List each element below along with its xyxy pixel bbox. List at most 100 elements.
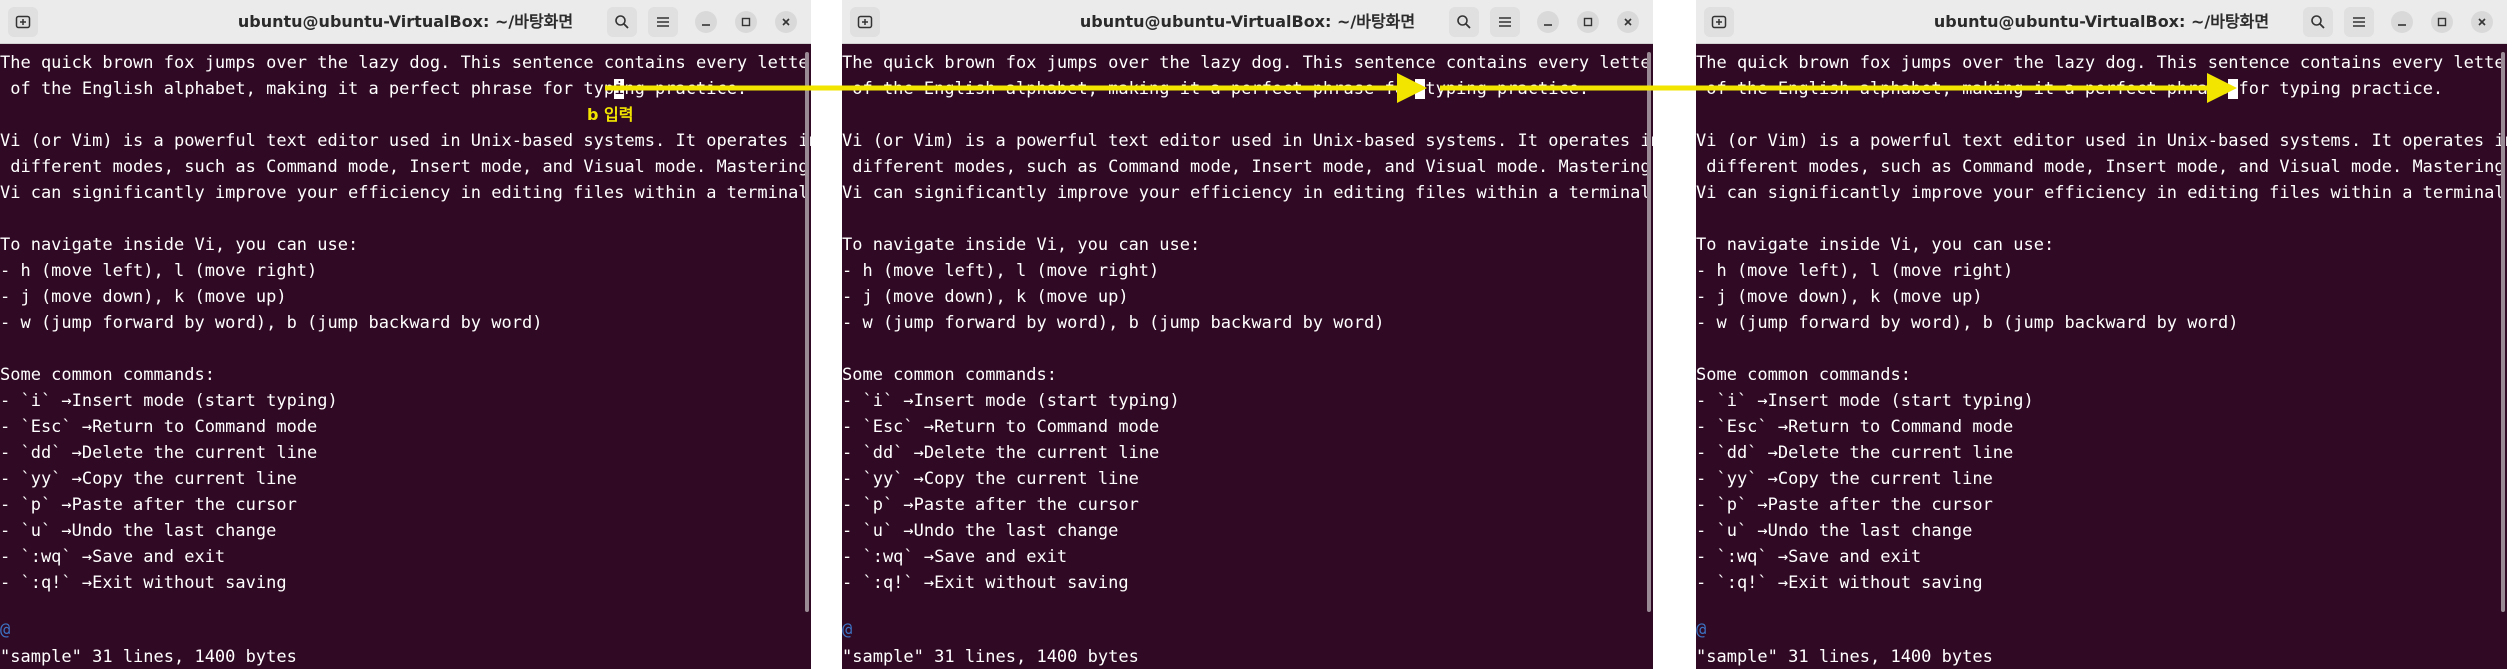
- maximize-button[interactable]: [2431, 11, 2453, 33]
- maximize-icon: [1583, 17, 1593, 27]
- search-button[interactable]: [2303, 7, 2333, 37]
- editor-line: - j (move down), k (move up): [0, 287, 287, 307]
- editor-line: - h (move left), l (move right): [1696, 261, 2014, 281]
- editor-line: - `Esc` →Return to Command mode: [842, 417, 1160, 437]
- menu-button[interactable]: [1490, 7, 1520, 37]
- close-button[interactable]: [2471, 11, 2493, 33]
- editor-line: - h (move left), l (move right): [842, 261, 1160, 281]
- editor-line: - h (move left), l (move right): [0, 261, 318, 281]
- editor-line: To navigate inside Vi, you can use:: [1696, 235, 2055, 255]
- new-tab-icon: [1711, 15, 1727, 29]
- empty-line-marker: @: [0, 620, 11, 640]
- editor-line: - `:wq` →Save and exit: [1696, 547, 1922, 567]
- editor-line: of the English alphabet, making it a per…: [842, 79, 1590, 99]
- editor-text[interactable]: The quick brown fox jumps over the lazy …: [0, 50, 811, 596]
- text-cursor: [2228, 79, 2239, 99]
- title-bar: ubuntu@ubuntu-VirtualBox: ~/바탕화면: [842, 0, 1653, 44]
- maximize-icon: [2437, 17, 2447, 27]
- editor-line: Vi (or Vim) is a powerful text editor us…: [0, 131, 811, 151]
- minimize-icon: [1544, 24, 1552, 26]
- editor-line: - w (jump forward by word), b (jump back…: [0, 313, 543, 333]
- editor-line: - w (jump forward by word), b (jump back…: [1696, 313, 2239, 333]
- scrollbar[interactable]: [1647, 52, 1651, 612]
- menu-button[interactable]: [648, 7, 678, 37]
- editor-line: Some common commands:: [1696, 365, 1911, 385]
- hamburger-menu-icon: [657, 17, 669, 27]
- search-icon: [1457, 15, 1471, 29]
- title-bar: ubuntu@ubuntu-VirtualBox: ~/바탕화면: [0, 0, 811, 44]
- maximize-button[interactable]: [1577, 11, 1599, 33]
- menu-button[interactable]: [2344, 7, 2374, 37]
- minimize-button[interactable]: [2391, 11, 2413, 33]
- editor-line: - j (move down), k (move up): [842, 287, 1129, 307]
- editor-line: - j (move down), k (move up): [1696, 287, 1983, 307]
- editor-text[interactable]: The quick brown fox jumps over the lazy …: [1696, 50, 2507, 596]
- window-title: ubuntu@ubuntu-VirtualBox: ~/바탕화면: [1079, 12, 1416, 31]
- hamburger-menu-icon: [2353, 17, 2365, 27]
- editor-line: To navigate inside Vi, you can use:: [0, 235, 359, 255]
- editor-line: - `u` →Undo the last change: [842, 521, 1119, 541]
- status-line: "sample" 31 lines, 1400 bytes: [842, 647, 1139, 667]
- editor-line: - `dd` →Delete the current line: [1696, 443, 2014, 463]
- annotation-label: b 입력: [587, 105, 634, 124]
- status-line: "sample" 31 lines, 1400 bytes: [1696, 647, 1993, 667]
- editor-line: - `:wq` →Save and exit: [0, 547, 226, 567]
- empty-line-marker: @: [1696, 620, 1707, 640]
- minimize-button[interactable]: [1537, 11, 1559, 33]
- editor-line: - `:q!` →Exit without saving: [0, 573, 287, 593]
- maximize-button[interactable]: [735, 11, 757, 33]
- editor-line: Vi (or Vim) is a powerful text editor us…: [1696, 131, 2507, 151]
- editor-line: - `p` →Paste after the cursor: [0, 495, 297, 515]
- editor-line: Vi can significantly improve your effici…: [842, 183, 1653, 203]
- scrollbar[interactable]: [805, 52, 809, 612]
- minimize-icon: [2398, 24, 2406, 26]
- scrollbar[interactable]: [2501, 52, 2505, 612]
- terminal-window-2: ubuntu@ubuntu-VirtualBox: ~/바탕화면 The qui…: [842, 0, 1653, 669]
- editor-line: - `u` →Undo the last change: [1696, 521, 1973, 541]
- editor-line: - `yy` →Copy the current line: [1696, 469, 1993, 489]
- search-button[interactable]: [1449, 7, 1479, 37]
- editor-line: different modes, such as Command mode, I…: [0, 157, 809, 177]
- new-tab-button[interactable]: [850, 7, 880, 37]
- close-icon: [782, 18, 790, 26]
- new-tab-button[interactable]: [8, 7, 38, 37]
- editor-line: - `i` →Insert mode (start typing): [0, 391, 338, 411]
- window-title: ubuntu@ubuntu-VirtualBox: ~/바탕화면: [237, 12, 574, 31]
- hamburger-menu-icon: [1499, 17, 1511, 27]
- minimize-button[interactable]: [695, 11, 717, 33]
- new-tab-icon: [15, 15, 31, 29]
- editor-line: of the English alphabet, making it a per…: [1696, 79, 2444, 99]
- empty-line-marker: @: [842, 620, 853, 640]
- editor-line: - `p` →Paste after the cursor: [1696, 495, 1993, 515]
- close-button[interactable]: [775, 11, 797, 33]
- editor-line: - `yy` →Copy the current line: [0, 469, 297, 489]
- title-bar: ubuntu@ubuntu-VirtualBox: ~/바탕화면: [1696, 0, 2507, 44]
- editor-line: of the English alphabet, making it a per…: [0, 79, 748, 99]
- editor-line: - w (jump forward by word), b (jump back…: [842, 313, 1385, 333]
- status-line: "sample" 31 lines, 1400 bytes: [0, 647, 297, 667]
- editor-text[interactable]: The quick brown fox jumps over the lazy …: [842, 50, 1653, 596]
- new-tab-button[interactable]: [1704, 7, 1734, 37]
- editor-line: Vi can significantly improve your effici…: [1696, 183, 2507, 203]
- search-button[interactable]: [607, 7, 637, 37]
- text-cursor: i: [614, 79, 625, 99]
- editor-line: - `dd` →Delete the current line: [0, 443, 318, 463]
- editor-line: different modes, such as Command mode, I…: [1696, 157, 2505, 177]
- editor-line: Some common commands:: [0, 365, 215, 385]
- editor-line: To navigate inside Vi, you can use:: [842, 235, 1201, 255]
- editor-line: - `yy` →Copy the current line: [842, 469, 1139, 489]
- editor-line: - `u` →Undo the last change: [0, 521, 277, 541]
- search-icon: [2311, 15, 2325, 29]
- terminal-window-1: ubuntu@ubuntu-VirtualBox: ~/바탕화면 The qui…: [0, 0, 811, 669]
- editor-line: Some common commands:: [842, 365, 1057, 385]
- close-button[interactable]: [1617, 11, 1639, 33]
- editor-line: - `i` →Insert mode (start typing): [842, 391, 1180, 411]
- editor-line: - `:q!` →Exit without saving: [1696, 573, 1983, 593]
